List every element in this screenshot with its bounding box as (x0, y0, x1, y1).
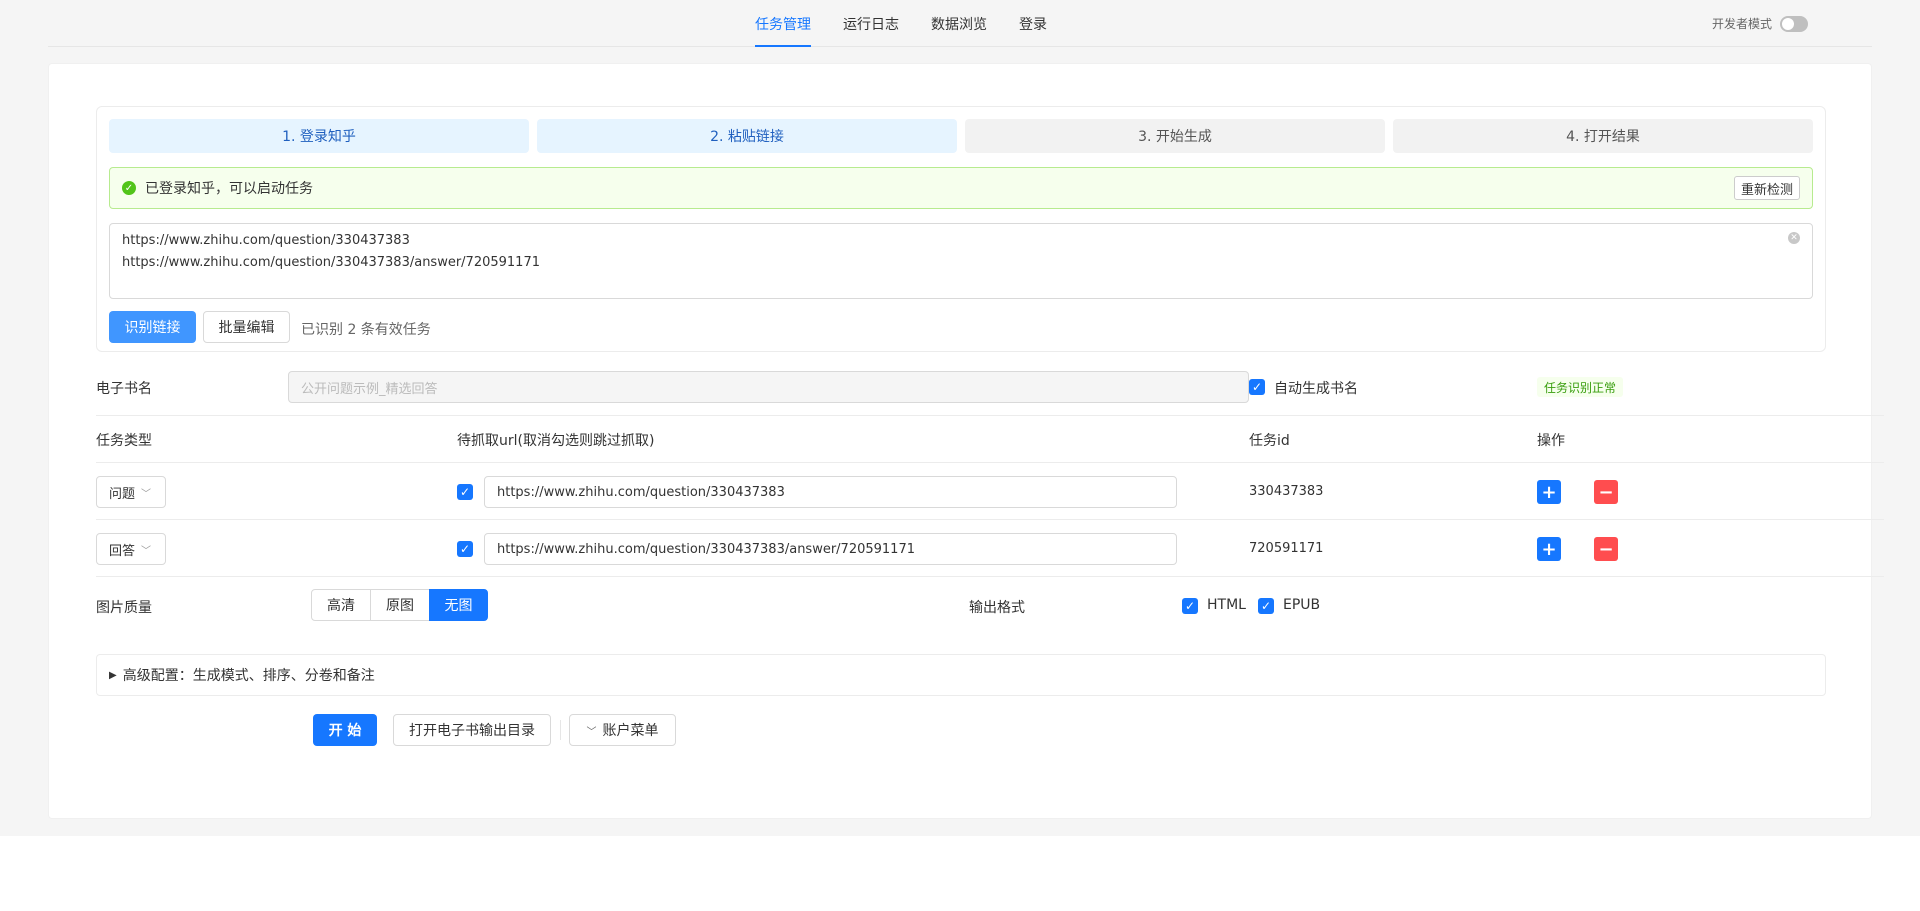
quality-option-hd[interactable]: 高清 (311, 589, 371, 621)
account-menu-label: 账户菜单 (602, 723, 659, 739)
tab-task-management[interactable]: 任务管理 (755, 14, 811, 47)
row-checkbox[interactable]: ✓ (457, 484, 473, 500)
header-task-type: 任务类型 (96, 433, 152, 449)
url-input[interactable]: https://www.zhihu.com/question/330437383 (484, 476, 1177, 508)
quality-option-none[interactable]: 无图 (429, 589, 488, 621)
row-checkbox[interactable]: ✓ (457, 541, 473, 557)
html-checkbox[interactable]: ✓ (1182, 598, 1198, 614)
batch-edit-button[interactable]: 批量编辑 (203, 311, 290, 343)
divider (96, 576, 1884, 577)
dev-mode-toggle[interactable] (1780, 15, 1808, 32)
header-url: 待抓取url(取消勾选则跳过抓取) (457, 433, 655, 449)
task-type-select[interactable]: 问题 ﹀ (96, 476, 166, 508)
image-quality-label: 图片质量 (96, 600, 152, 616)
advanced-config-label: 高级配置：生成模式、排序、分卷和备注 (122, 668, 375, 684)
chevron-down-icon: ﹀ (141, 545, 152, 557)
step-open-result: 4. 打开结果 (1393, 119, 1813, 153)
recognize-links-button[interactable]: 识别链接 (109, 311, 196, 343)
ebook-name-input[interactable]: 公开问题示例_精选回答 (288, 371, 1249, 403)
header-operations: 操作 (1537, 433, 1565, 449)
start-button[interactable]: 开 始 (313, 714, 377, 746)
epub-label: EPUB (1283, 597, 1321, 613)
url-line: https://www.zhihu.com/question/330437383… (122, 255, 540, 270)
chevron-down-icon: ﹀ (586, 726, 597, 738)
task-type-value: 问题 (109, 486, 136, 502)
step-start-generate: 3. 开始生成 (965, 119, 1385, 153)
task-type-value: 回答 (109, 543, 136, 559)
divider (96, 519, 1884, 520)
link-panel: 1. 登录知乎 2. 粘贴链接 3. 开始生成 4. 打开结果 ✓ 已登录知乎，… (96, 106, 1826, 352)
add-row-button[interactable]: + (1537, 537, 1561, 561)
expand-triangle-icon: ▶ (109, 669, 117, 681)
open-output-dir-button[interactable]: 打开电子书输出目录 (393, 714, 551, 746)
tab-login[interactable]: 登录 (1019, 14, 1047, 47)
task-type-select[interactable]: 回答 ﹀ (96, 533, 166, 565)
chevron-down-icon: ﹀ (141, 488, 152, 500)
url-line: https://www.zhihu.com/question/330437383 (122, 233, 410, 248)
task-id: 720591171 (1249, 541, 1324, 556)
url-input[interactable]: https://www.zhihu.com/question/330437383… (484, 533, 1177, 565)
clear-icon[interactable]: ✕ (1788, 232, 1800, 244)
epub-checkbox[interactable]: ✓ (1258, 598, 1274, 614)
remove-row-button[interactable]: − (1594, 537, 1618, 561)
login-status-text: 已登录知乎，可以启动任务 (145, 181, 313, 197)
main-card: 1. 登录知乎 2. 粘贴链接 3. 开始生成 4. 打开结果 ✓ 已登录知乎，… (48, 63, 1884, 819)
add-row-button[interactable]: + (1537, 480, 1561, 504)
dev-mode-label: 开发者模式 (1711, 17, 1772, 31)
remove-row-button[interactable]: − (1594, 480, 1618, 504)
task-id: 330437383 (1249, 484, 1324, 499)
recheck-button[interactable]: 重新检测 (1733, 176, 1800, 200)
login-status-alert: ✓ 已登录知乎，可以启动任务 重新检测 (109, 167, 1813, 209)
header-task-id: 任务id (1249, 433, 1290, 449)
recognize-status-text: 已识别 2 条有效任务 (301, 322, 431, 338)
auto-name-checkbox[interactable]: ✓ (1249, 379, 1265, 395)
html-label: HTML (1207, 597, 1246, 613)
quality-option-original[interactable]: 原图 (370, 589, 430, 621)
auto-name-label: 自动生成书名 (1274, 381, 1358, 397)
step-paste-links: 2. 粘贴链接 (537, 119, 957, 153)
tab-data-browse[interactable]: 数据浏览 (931, 14, 987, 47)
step-login: 1. 登录知乎 (109, 119, 529, 153)
top-nav: 任务管理 运行日志 数据浏览 登录 开发者模式 (48, 0, 1872, 47)
divider (96, 462, 1884, 463)
account-menu-button[interactable]: ﹀ 账户菜单 (569, 714, 676, 746)
button-separator (560, 720, 561, 740)
check-circle-icon: ✓ (122, 181, 136, 195)
output-format-label: 输出格式 (969, 600, 1025, 616)
url-textarea[interactable]: https://www.zhihu.com/question/330437383… (109, 223, 1813, 299)
task-status-tag: 任务识别正常 (1537, 377, 1624, 397)
divider (96, 415, 1884, 416)
tab-run-log[interactable]: 运行日志 (843, 14, 899, 47)
advanced-config-collapse[interactable]: ▶ 高级配置：生成模式、排序、分卷和备注 (96, 654, 1826, 696)
dev-mode: 开发者模式 (1712, 15, 1808, 32)
ebook-name-label: 电子书名 (96, 381, 152, 397)
